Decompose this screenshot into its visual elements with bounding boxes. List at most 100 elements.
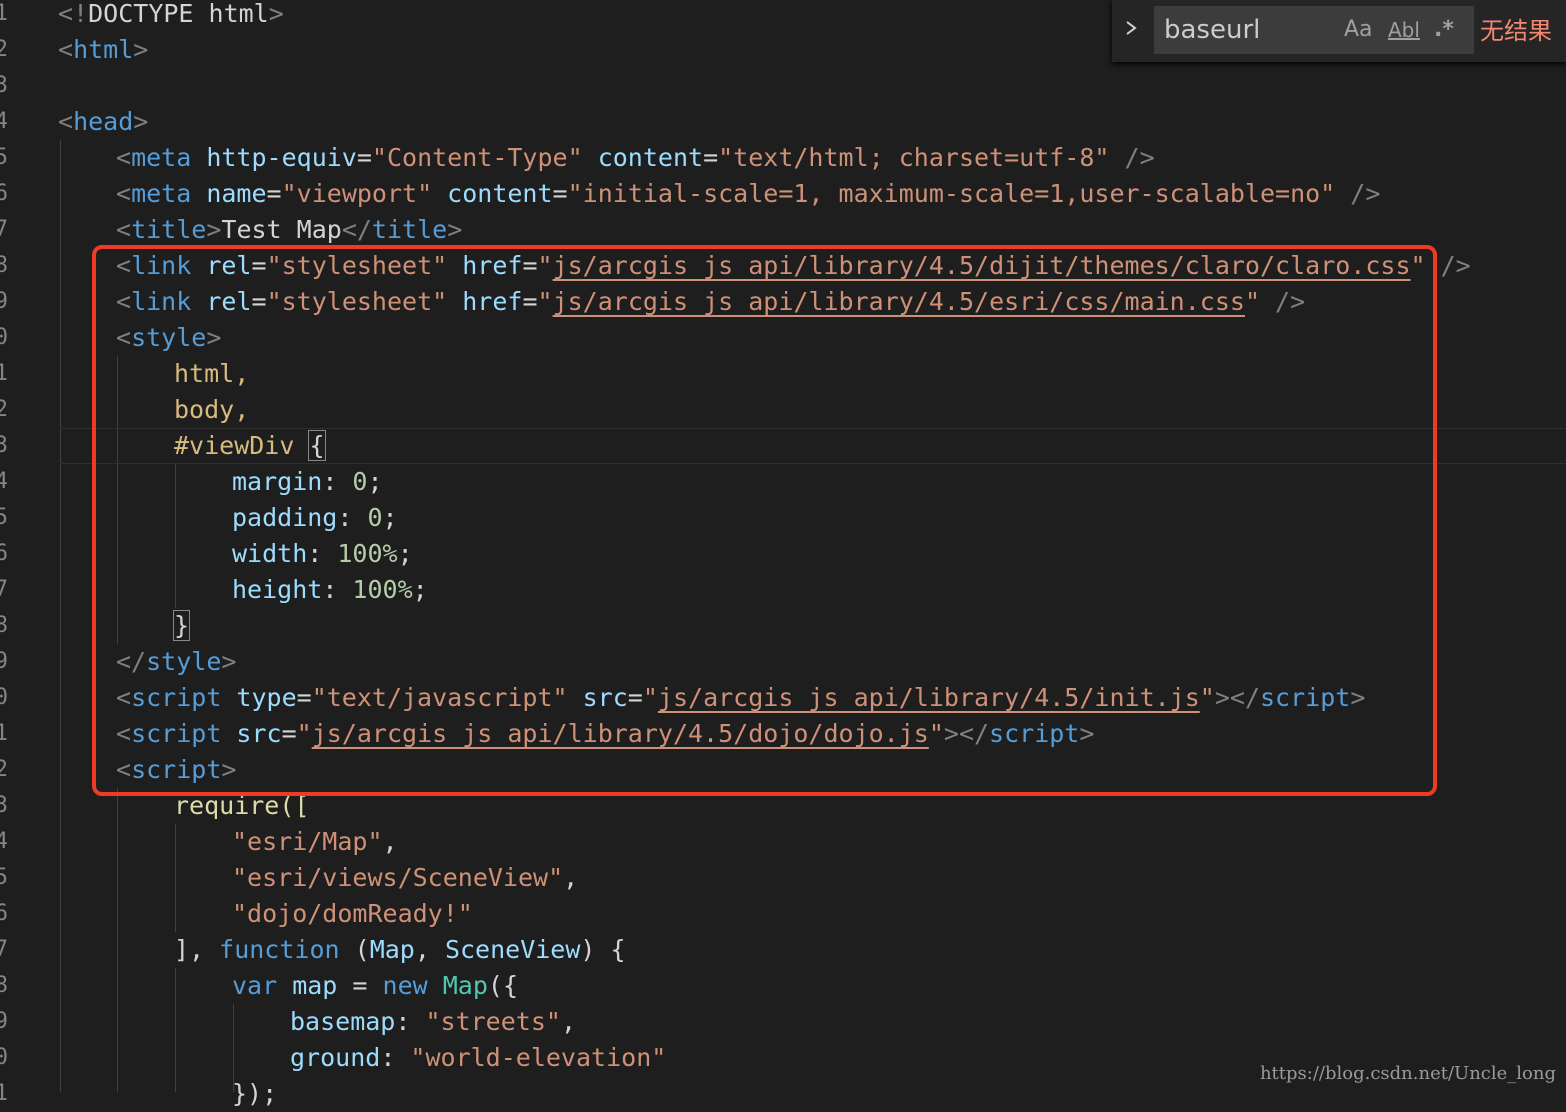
line-number: 6: [0, 901, 8, 926]
code-token: ,: [563, 863, 579, 892]
line-number: 3: [0, 793, 8, 818]
code-token: <: [116, 179, 132, 208]
indent-guide: [117, 788, 118, 1092]
red-highlight-annotation: [92, 245, 1437, 796]
code-token: <: [116, 215, 132, 244]
code-line: var map = new Map({: [232, 968, 518, 1004]
code-token: content: [582, 143, 704, 172]
line-number: 2: [0, 37, 8, 62]
code-token: Map: [369, 935, 415, 964]
code-token: ({: [487, 971, 519, 1000]
use-regex-toggle[interactable]: .*: [1434, 14, 1454, 46]
line-number: 6: [0, 541, 8, 566]
code-token: />: [1335, 179, 1381, 208]
line-number: 8: [0, 613, 8, 638]
code-token: ,: [382, 827, 398, 856]
code-token: >: [206, 215, 222, 244]
find-widget: Aa Abl .* 无结果: [1112, 0, 1566, 62]
line-number: 9: [0, 289, 8, 314]
code-token: =: [552, 179, 568, 208]
code-token: ,: [414, 935, 445, 964]
code-token: =: [266, 179, 282, 208]
line-number: 7: [0, 937, 8, 962]
code-token: "text/html; charset=utf-8": [718, 143, 1110, 172]
code-token: Map: [442, 971, 488, 1000]
code-token: title: [131, 215, 207, 244]
code-token: "initial-scale=1, maximum-scale=1,user-s…: [567, 179, 1336, 208]
line-number: 1: [0, 1, 8, 26]
code-token: });: [232, 1079, 278, 1108]
code-token: ground: [290, 1043, 381, 1072]
toggle-replace-button[interactable]: [1120, 16, 1142, 46]
line-number: 9: [0, 649, 8, 674]
code-line: "esri/views/SceneView",: [232, 860, 578, 896]
code-token: name: [191, 179, 267, 208]
code-token: =: [703, 143, 719, 172]
code-token: =: [352, 971, 383, 1000]
code-token: "dojo/domReady!": [232, 899, 473, 928]
code-token: =: [356, 143, 372, 172]
line-number: 4: [0, 109, 8, 134]
code-line: <meta name="viewport" content="initial-s…: [116, 176, 1380, 212]
match-case-toggle[interactable]: Aa: [1344, 14, 1373, 46]
code-token: ) {: [580, 935, 626, 964]
code-token: basemap: [290, 1007, 396, 1036]
code-token: <: [116, 143, 132, 172]
code-token: var: [232, 971, 278, 1000]
line-number: 2: [0, 757, 8, 782]
code-token: >: [447, 215, 463, 244]
line-number-gutter: 1 2 3 4 5 6 7 8 9 0 1 2 3 4 5 6 7 8 9 0 …: [0, 0, 14, 1106]
code-line: <html>: [58, 32, 148, 68]
code-token: "esri/Map": [232, 827, 383, 856]
line-number: 1: [0, 361, 8, 386]
line-number: 5: [0, 865, 8, 890]
code-token: head: [73, 107, 134, 136]
line-number: 2: [0, 397, 8, 422]
line-number: 7: [0, 577, 8, 602]
code-token: meta: [131, 143, 192, 172]
code-line: "esri/Map",: [232, 824, 398, 860]
code-token: <: [58, 35, 74, 64]
code-token: html: [73, 35, 134, 64]
code-token: <!: [58, 0, 89, 28]
code-line: <head>: [58, 104, 148, 140]
code-token: SceneView: [444, 935, 581, 964]
line-number: 4: [0, 829, 8, 854]
code-token: map: [277, 971, 353, 1000]
line-number: 6: [0, 181, 8, 206]
code-token: meta: [131, 179, 192, 208]
code-line: ], function (Map, SceneView) {: [174, 932, 626, 968]
code-token: :: [395, 1007, 426, 1036]
line-number: 1: [0, 1081, 8, 1106]
line-number: 3: [0, 433, 8, 458]
find-input[interactable]: [1154, 6, 1474, 54]
indent-guide: [60, 140, 61, 1092]
watermark: https://blog.csdn.net/Uncle_long: [1259, 1063, 1556, 1084]
indent-guide: [175, 968, 176, 1092]
line-number: 0: [0, 685, 8, 710]
match-whole-word-toggle[interactable]: Abl: [1388, 14, 1420, 46]
code-token: "streets": [425, 1007, 561, 1036]
code-token: function: [219, 935, 340, 964]
code-token: (: [339, 935, 370, 964]
code-token: "world-elevation": [410, 1043, 667, 1072]
code-token: Test Map: [221, 215, 342, 244]
code-token: :: [380, 1043, 411, 1072]
code-line: });: [232, 1076, 277, 1112]
line-number: 9: [0, 1009, 8, 1034]
code-token: >: [133, 35, 149, 64]
code-token: content: [432, 179, 553, 208]
code-token: "viewport": [281, 179, 433, 208]
code-token: http-equiv: [191, 143, 357, 172]
code-token: >: [133, 107, 149, 136]
code-line: <meta http-equiv="Content-Type" content=…: [116, 140, 1155, 176]
code-editor[interactable]: 1 2 3 4 5 6 7 8 9 0 1 2 3 4 5 6 7 8 9 0 …: [0, 0, 1566, 1108]
code-line: <!DOCTYPE html>: [58, 0, 284, 32]
indent-guide: [175, 824, 176, 932]
find-result-status: 无结果: [1480, 17, 1552, 45]
code-token: "esri/views/SceneView": [232, 863, 564, 892]
line-number: 1: [0, 721, 8, 746]
code-token: </: [341, 215, 372, 244]
code-token: new: [382, 971, 428, 1000]
